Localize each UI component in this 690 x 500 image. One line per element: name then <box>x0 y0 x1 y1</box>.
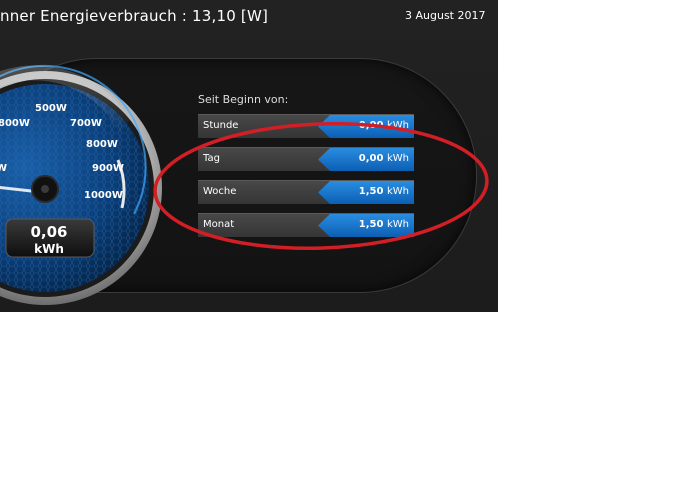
row-label: Stunde <box>203 120 239 131</box>
row-value-badge: 0,00 kWh <box>318 115 414 138</box>
summary-row-monat: Monat 1,50 kWh <box>198 213 414 237</box>
summary-row-tag: Tag 0,00 kWh <box>198 147 414 171</box>
gauge-tick-label-1000: 1000W <box>84 190 123 201</box>
gauge-tick-label-900: 900W <box>92 163 124 174</box>
row-value-unit: kWh <box>386 120 409 131</box>
row-value-text: 1,50 kWh <box>359 219 409 230</box>
row-label: Tag <box>203 153 220 164</box>
gauge-tick-label-700: 700W <box>70 118 102 129</box>
gauge-hub-center <box>41 185 49 193</box>
row-value-number: 1,50 <box>358 186 384 197</box>
since-label: Seit Beginn von: <box>198 93 289 106</box>
gauge-tick-label-left: 800W <box>0 118 30 129</box>
row-value-number: 0,00 <box>358 153 384 164</box>
row-label: Woche <box>203 186 237 197</box>
row-value-unit: kWh <box>386 219 409 230</box>
gauge-readout-unit: kWh <box>34 242 64 256</box>
row-value-text: 0,00 kWh <box>359 120 409 131</box>
row-value-badge: 1,50 kWh <box>318 181 414 204</box>
energy-dashboard-panel: nner Energieverbrauch : 13,10 [W] 3 Augu… <box>0 0 498 312</box>
row-value-badge: 1,50 kWh <box>318 214 414 237</box>
row-value-text: 0,00 kWh <box>359 153 409 164</box>
row-value-badge: 0,00 kWh <box>318 148 414 171</box>
gauge-tick-label-partial: W <box>0 163 7 174</box>
row-value-number: 0,00 <box>358 120 384 131</box>
summary-row-woche: Woche 1,50 kWh <box>198 180 414 204</box>
row-label: Monat <box>203 219 235 230</box>
gauge-readout-value: 0,06 <box>30 223 67 241</box>
row-value-unit: kWh <box>386 186 409 197</box>
screenshot-stage: nner Energieverbrauch : 13,10 [W] 3 Augu… <box>0 0 690 500</box>
summary-row-stunde: Stunde 0,00 kWh <box>198 114 414 138</box>
gauge-tick-label-500: 500W <box>35 103 67 114</box>
row-value-number: 1,50 <box>358 219 384 230</box>
row-value-text: 1,50 kWh <box>359 186 409 197</box>
gauge-tick-label-800: 800W <box>86 139 118 150</box>
row-value-unit: kWh <box>386 153 409 164</box>
